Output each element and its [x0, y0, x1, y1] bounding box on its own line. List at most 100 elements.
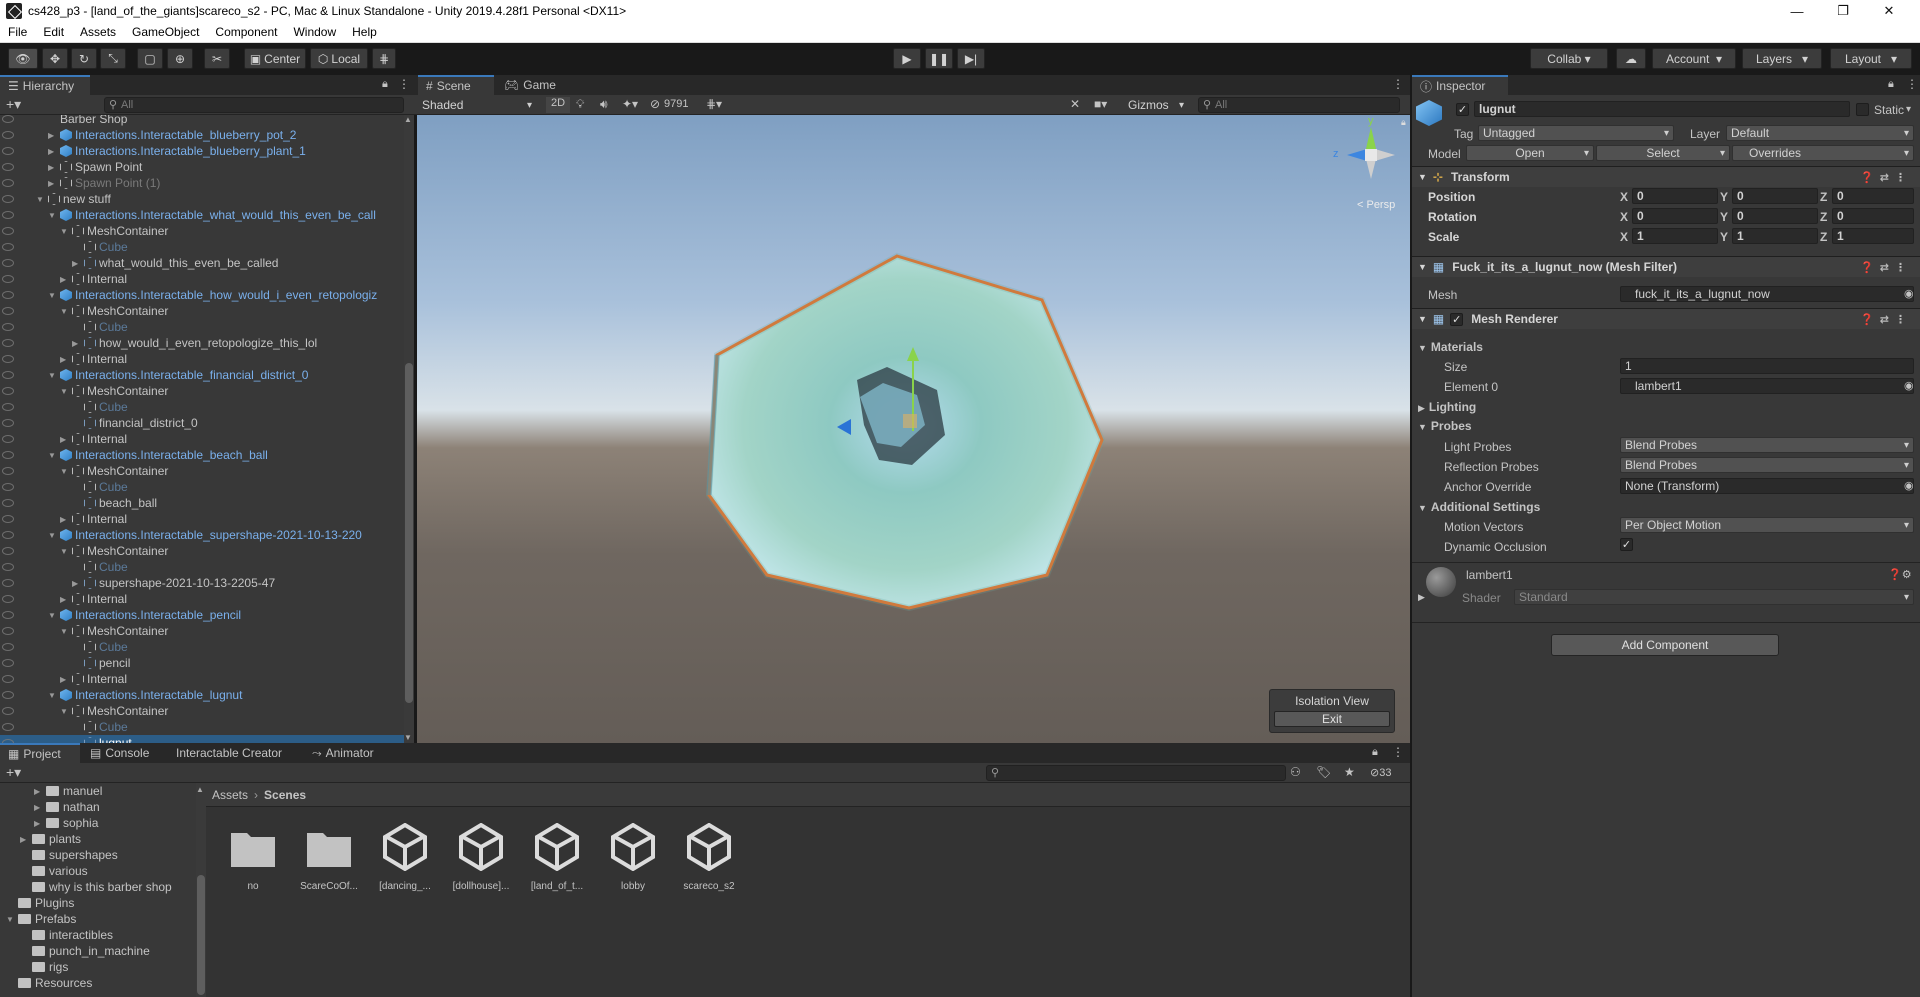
fold-collapsed-icon[interactable]: ▶: [60, 515, 66, 524]
play-button[interactable]: ▶: [893, 48, 921, 69]
fold-collapsed-icon[interactable]: ▶: [34, 787, 40, 796]
hierarchy-row[interactable]: Cube: [0, 399, 412, 415]
project-search-input[interactable]: [986, 765, 1286, 781]
hierarchy-row[interactable]: ▼ new stuff: [0, 191, 412, 207]
hierarchy-row[interactable]: ▼ Interactions.Interactable_lugnut: [0, 687, 412, 703]
hierarchy-row[interactable]: ▶ Internal: [0, 511, 412, 527]
menu-window[interactable]: Window: [285, 25, 344, 39]
scene-viewport[interactable]: y z 🔒︎ < Persp Isolation View Exit: [417, 115, 1410, 743]
project-folder-row[interactable]: supershapes: [0, 847, 196, 863]
project-folder-row[interactable]: Plugins: [0, 895, 196, 911]
hierarchy-row[interactable]: ▼ Interactions.Interactable_financial_dis…: [0, 367, 412, 383]
menu-help[interactable]: Help: [344, 25, 385, 39]
hierarchy-row[interactable]: Cube: [0, 559, 412, 575]
active-checkbox[interactable]: ✓: [1456, 103, 1469, 116]
visibility-eye-icon[interactable]: [2, 659, 14, 667]
materials-size-field[interactable]: 1: [1620, 358, 1914, 374]
fold-expanded-icon[interactable]: ▼: [48, 291, 56, 300]
project-folder-row[interactable]: various: [0, 863, 196, 879]
tab-console[interactable]: ▤ Console: [82, 743, 168, 763]
anchor-override-field[interactable]: None (Transform): [1620, 478, 1914, 494]
transform-scale-z-field[interactable]: 1: [1832, 228, 1914, 244]
hierarchy-search-input[interactable]: All: [104, 97, 404, 113]
search-by-label-icon[interactable]: 🏷︎: [1316, 765, 1331, 779]
asset-scene[interactable]: lobby: [602, 822, 664, 892]
object-name-field[interactable]: lugnut: [1474, 101, 1850, 117]
transform-position-z-field[interactable]: 0: [1832, 188, 1914, 204]
hierarchy-row[interactable]: ▼ MeshContainer: [0, 383, 412, 399]
fold-expanded-icon[interactable]: ▼: [60, 467, 68, 476]
visibility-eye-icon[interactable]: [2, 595, 14, 603]
project-folder-row[interactable]: ▼ Prefabs: [0, 911, 196, 927]
fold-collapsed-icon[interactable]: ▶: [60, 275, 66, 284]
dynamic-occlusion-checkbox[interactable]: ✓: [1620, 538, 1633, 551]
tab-project[interactable]: ▦ Project: [0, 743, 80, 763]
fold-collapsed-icon[interactable]: ▶: [72, 339, 78, 348]
hierarchy-row[interactable]: ▶ supershape-2021-10-13-2205-47: [0, 575, 412, 591]
project-create-icon[interactable]: +▾: [6, 764, 21, 781]
hierarchy-row[interactable]: ▶ Internal: [0, 271, 412, 287]
lock-icon[interactable]: 🔒︎: [382, 78, 388, 91]
transform-scale-y-field[interactable]: 1: [1732, 228, 1818, 244]
reflection-probes-dropdown[interactable]: Blend Probes: [1620, 457, 1914, 473]
visibility-eye-icon[interactable]: [2, 339, 14, 347]
lighting-foldout[interactable]: ▶ Lighting: [1418, 400, 1476, 414]
maximize-button[interactable]: ❐: [1820, 0, 1866, 22]
transform-header[interactable]: ▼ ⊹ Transform ❓⇄⋮: [1412, 166, 1920, 187]
breadcrumb-assets[interactable]: Assets: [212, 788, 248, 802]
open-button[interactable]: Open: [1466, 145, 1594, 161]
hierarchy-row[interactable]: ▼ Interactions.Interactable_beach_ball: [0, 447, 412, 463]
hierarchy-row[interactable]: Cube: [0, 479, 412, 495]
hierarchy-row[interactable]: ▼ MeshContainer: [0, 223, 412, 239]
visibility-eye-icon[interactable]: [2, 179, 14, 187]
visibility-eye-icon[interactable]: [2, 115, 14, 123]
grid-snap-icon[interactable]: ⋕: [372, 48, 396, 69]
breadcrumb-scenes[interactable]: Scenes: [264, 788, 306, 802]
grid-icon[interactable]: ⋕▾: [706, 97, 722, 111]
visibility-eye-icon[interactable]: [2, 723, 14, 731]
mesh-renderer-enabled-checkbox[interactable]: ✓: [1450, 312, 1464, 326]
fold-expanded-icon[interactable]: ▼: [60, 307, 68, 316]
menu-file[interactable]: File: [0, 25, 35, 39]
custom-tool-icon[interactable]: ✂: [204, 48, 230, 69]
tab-game[interactable]: 🎮︎ Game: [496, 75, 566, 95]
pivot-local-button[interactable]: ⬡ Local: [310, 48, 368, 69]
hierarchy-row[interactable]: Cube: [0, 319, 412, 335]
hierarchy-row[interactable]: ▼ MeshContainer: [0, 543, 412, 559]
element-0-field[interactable]: lambert1: [1620, 378, 1914, 394]
transform-rotation-y-field[interactable]: 0: [1732, 208, 1818, 224]
fold-expanded-icon[interactable]: ▼: [48, 611, 56, 620]
layer-dropdown[interactable]: Default: [1726, 125, 1914, 141]
hierarchy-row[interactable]: financial_district_0: [0, 415, 412, 431]
hierarchy-row[interactable]: ▶ Interactions.Interactable_blueberry_pot…: [0, 127, 412, 143]
visibility-eye-icon[interactable]: [2, 419, 14, 427]
asset-scene[interactable]: scareco_s2: [678, 822, 740, 892]
mesh-renderer-fold-icon[interactable]: ▼: [1418, 314, 1427, 324]
hierarchy-row[interactable]: Cube: [0, 639, 412, 655]
anchor-picker-icon[interactable]: ◉: [1904, 479, 1914, 492]
fold-expanded-icon[interactable]: ▼: [60, 227, 68, 236]
asset-folder[interactable]: ScareCoOf...: [298, 823, 360, 892]
project-folder-row[interactable]: why is this barber shop: [0, 879, 196, 895]
transform-scale-x-field[interactable]: 1: [1632, 228, 1718, 244]
fold-expanded-icon[interactable]: ▼: [60, 707, 68, 716]
visibility-eye-icon[interactable]: [2, 499, 14, 507]
visibility-eye-icon[interactable]: [2, 579, 14, 587]
material-fold-icon[interactable]: ▶: [1418, 592, 1425, 603]
hierarchy-row[interactable]: ▼ Interactions.Interactable_what_would_th…: [0, 207, 412, 223]
visibility-eye-icon[interactable]: [2, 707, 14, 715]
tab-interactable-creator[interactable]: Interactable Creator: [168, 743, 304, 763]
visibility-eye-icon[interactable]: [2, 163, 14, 171]
visibility-eye-icon[interactable]: [2, 435, 14, 443]
visibility-eye-icon[interactable]: [2, 675, 14, 683]
hierarchy-row[interactable]: ▶ what_would_this_even_be_called: [0, 255, 412, 271]
hierarchy-row[interactable]: ▶ Interactions.Interactable_blueberry_pla…: [0, 143, 412, 159]
hierarchy-row[interactable]: ▼ MeshContainer: [0, 303, 412, 319]
hierarchy-row[interactable]: ▶ how_would_i_even_retopologize_this_lol: [0, 335, 412, 351]
light-probes-dropdown[interactable]: Blend Probes: [1620, 437, 1914, 453]
scene-search-input[interactable]: All: [1198, 97, 1400, 113]
favorites-icon[interactable]: ★: [1344, 765, 1355, 779]
fold-expanded-icon[interactable]: ▼: [48, 691, 56, 700]
mesh-renderer-header-icons[interactable]: ❓⇄⋮: [1860, 313, 1912, 326]
materials-foldout[interactable]: ▼ Materials: [1418, 340, 1483, 354]
